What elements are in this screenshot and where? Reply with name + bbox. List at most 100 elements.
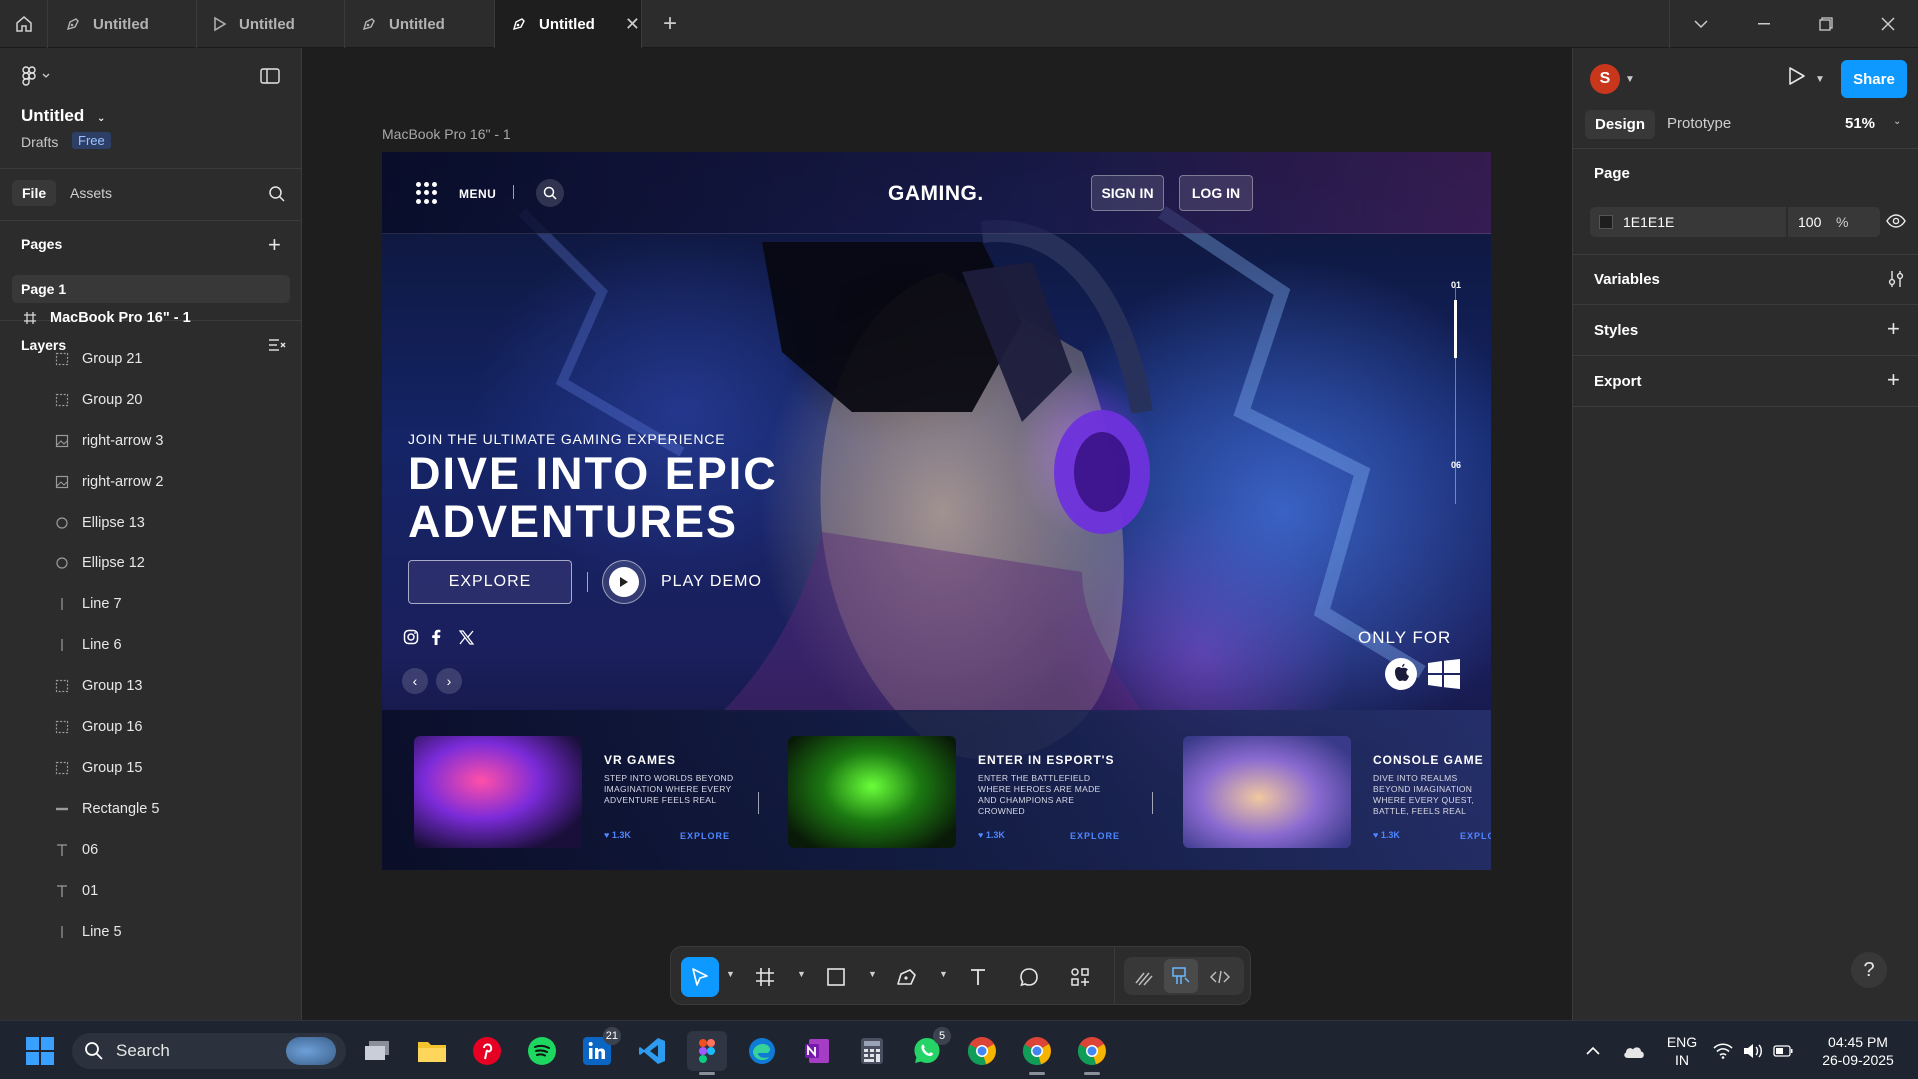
layer-row[interactable]: Line 6 (0, 625, 301, 665)
tab-prototype[interactable]: Prototype (1667, 115, 1731, 132)
frame-tool[interactable] (748, 957, 782, 997)
card-likes[interactable]: ♥ 1.3K (1373, 830, 1400, 840)
tab-untitled-1[interactable]: Untitled (49, 0, 197, 48)
figma-button[interactable] (687, 1031, 727, 1075)
frame-label[interactable]: MacBook Pro 16" - 1 (382, 126, 511, 142)
chevron-down-icon[interactable]: ⌄ (1893, 116, 1901, 127)
clock[interactable]: 04:45 PM 26-09-2025 (1808, 1033, 1908, 1069)
card-explore-link[interactable]: EXPLORE (1460, 831, 1491, 841)
layer-row[interactable]: Ellipse 12 (0, 543, 301, 583)
chevron-down-icon[interactable]: ▼ (939, 969, 948, 979)
pen-tool[interactable] (890, 957, 924, 997)
color-swatch[interactable] (1599, 215, 1613, 229)
layer-row[interactable]: Line 5 (0, 912, 301, 952)
log-in-button[interactable]: LOG IN (1179, 175, 1253, 211)
move-tool[interactable] (681, 957, 719, 997)
home-button[interactable] (0, 0, 48, 48)
tab-untitled-active[interactable]: Untitled ✕ (495, 0, 642, 48)
slider-thumb[interactable] (1454, 300, 1457, 358)
layer-row[interactable]: Line 7 (0, 584, 301, 624)
design-mode-button[interactable] (1164, 959, 1198, 993)
help-button[interactable]: ? (1851, 952, 1887, 988)
dev-mode-button[interactable] (1203, 957, 1237, 997)
layer-row[interactable]: right-arrow 3 (0, 421, 301, 461)
facebook-icon[interactable] (427, 628, 445, 646)
avatar[interactable]: S (1590, 64, 1620, 94)
task-view-button[interactable] (357, 1031, 397, 1071)
apple-icon[interactable] (1384, 657, 1418, 691)
start-button[interactable] (20, 1031, 60, 1071)
layer-row[interactable]: 01 (0, 871, 301, 911)
zoom-level[interactable]: 51% (1845, 115, 1875, 132)
canvas[interactable]: MacBook Pro 16" - 1 MENU GAMING. SIGN IN (302, 48, 1572, 1020)
close-tab-icon[interactable]: ✕ (625, 14, 640, 35)
restore-button[interactable] (1795, 0, 1857, 48)
visibility-toggle[interactable] (1886, 214, 1906, 233)
present-button[interactable] (1788, 66, 1806, 91)
chrome-profile-button[interactable] (1017, 1031, 1057, 1075)
input-language[interactable]: ENG IN (1662, 1033, 1702, 1069)
whatsapp-button[interactable]: 5 (907, 1027, 951, 1071)
site-search-button[interactable] (536, 179, 564, 207)
layer-row[interactable]: Group 16 (0, 707, 301, 747)
page-background-field[interactable]: 1E1E1E 100 % (1590, 207, 1880, 237)
linkedin-button[interactable]: 21 (577, 1027, 621, 1071)
card-explore-link[interactable]: EXPLORE (680, 831, 730, 841)
next-slide-button[interactable]: › (436, 668, 462, 694)
close-window-button[interactable] (1857, 0, 1918, 48)
play-demo-button[interactable] (602, 560, 646, 604)
card-likes[interactable]: ♥ 1.3K (978, 830, 1005, 840)
windows-icon[interactable] (1427, 657, 1461, 691)
add-export-button[interactable]: + (1887, 367, 1900, 393)
tab-design[interactable]: Design (1585, 110, 1656, 139)
card-explore-link[interactable]: EXPLORE (1070, 831, 1120, 841)
opacity-value[interactable]: 100 (1798, 214, 1821, 230)
layer-frame-row[interactable]: MacBook Pro 16" - 1 (0, 298, 301, 338)
spotify-button[interactable] (522, 1031, 562, 1071)
layer-row[interactable]: Ellipse 13 (0, 503, 301, 543)
vr-games-image[interactable] (414, 736, 582, 848)
hex-value[interactable]: 1E1E1E (1623, 214, 1674, 230)
chrome-button[interactable] (962, 1031, 1002, 1071)
variables-header[interactable]: Variables (1594, 271, 1660, 288)
actions-tool[interactable] (1063, 957, 1097, 997)
card-likes[interactable]: ♥ 1.3K (604, 830, 631, 840)
menu-link[interactable]: MENU (459, 187, 496, 201)
tab-file[interactable]: File (12, 180, 57, 206)
play-demo-label[interactable]: PLAY DEMO (661, 573, 762, 591)
system-tray-status[interactable] (1708, 1031, 1798, 1071)
prev-slide-button[interactable]: ‹ (402, 668, 428, 694)
tab-list-button[interactable] (1670, 0, 1732, 48)
console-game-image[interactable] (1183, 736, 1351, 848)
onenote-button[interactable] (797, 1031, 837, 1071)
chevron-down-icon[interactable]: ▼ (1815, 74, 1825, 85)
chrome-profile-s-button[interactable] (1072, 1031, 1112, 1075)
calculator-button[interactable] (852, 1031, 892, 1071)
show-hidden-icons-button[interactable] (1572, 1031, 1614, 1071)
minimize-button[interactable] (1733, 0, 1795, 48)
explore-button[interactable]: EXPLORE (408, 560, 572, 604)
chevron-down-icon[interactable]: ▼ (1625, 74, 1635, 85)
layer-row[interactable]: 06 (0, 830, 301, 870)
variables-button[interactable] (1887, 270, 1905, 293)
menu-grid-icon[interactable] (416, 182, 438, 204)
toggle-sidebar-button[interactable] (260, 68, 280, 89)
file-location[interactable]: Drafts (21, 134, 58, 150)
taskbar-search[interactable]: Search (72, 1033, 346, 1069)
file-name[interactable]: Untitled ⌄ (21, 106, 105, 126)
esports-image[interactable] (788, 736, 956, 848)
layer-row[interactable]: Group 13 (0, 666, 301, 706)
x-twitter-icon[interactable] (457, 628, 475, 646)
share-button[interactable]: Share (1841, 60, 1907, 98)
layer-row[interactable]: Group 15 (0, 748, 301, 788)
draw-mode-button[interactable] (1127, 957, 1161, 997)
file-explorer-button[interactable] (412, 1031, 452, 1071)
search-layers-button[interactable] (268, 185, 286, 208)
tab-assets[interactable]: Assets (70, 185, 112, 201)
site-logo[interactable]: GAMING. (888, 182, 984, 206)
onedrive-button[interactable] (1614, 1031, 1654, 1071)
layer-row[interactable]: Group 21 (0, 339, 301, 379)
edge-button[interactable] (742, 1031, 782, 1071)
chevron-down-icon[interactable]: ▼ (726, 969, 735, 979)
layer-row[interactable]: Group 20 (0, 380, 301, 420)
